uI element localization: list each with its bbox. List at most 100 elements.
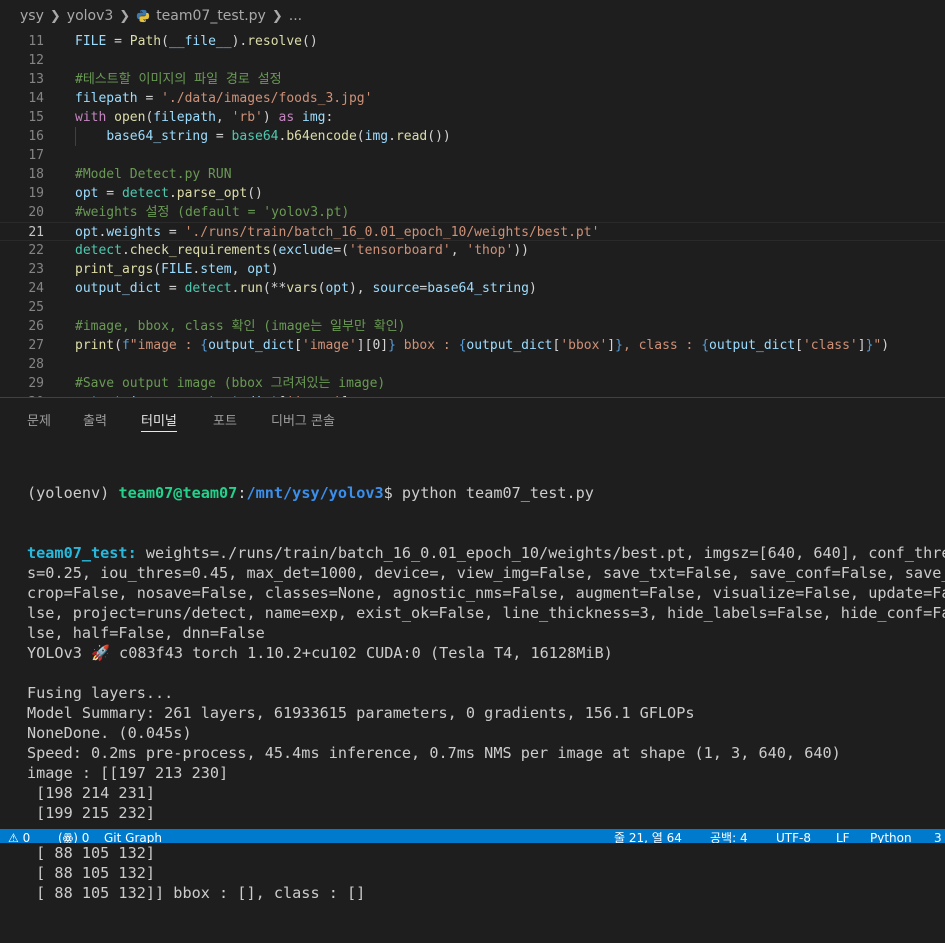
tab-output[interactable]: 출력: [83, 410, 107, 429]
code-token: (): [302, 34, 318, 49]
line-number: 16: [28, 129, 44, 144]
code-text: #image, bbox, class 확인 (image는 일부만 확인): [75, 317, 405, 336]
breadcrumb-item-yolov3[interactable]: yolov3: [67, 8, 114, 24]
code-line[interactable]: 29 #Save output image (bbox 그려져있는 image): [0, 374, 945, 393]
code-line[interactable]: 11 FILE = Path(__file__).resolve(): [0, 32, 945, 51]
code-token: ): [881, 338, 890, 353]
code-line[interactable]: 20 #weights 설정 (default = 'yolov3.pt): [0, 203, 945, 222]
tab-ports[interactable]: 포트: [213, 410, 237, 429]
terminal-line: s=0.25, iou_thres=0.45, max_det=1000, de…: [27, 563, 945, 583]
code-text: base64_string = base64.b64encode(img.rea…: [75, 127, 451, 146]
code-token: #테스트할 이미지의 파일 경로 설정: [75, 72, 282, 87]
indentation[interactable]: 공백: 4: [710, 831, 748, 843]
chevron-right-icon: ❯: [49, 8, 61, 24]
code-token: =: [208, 129, 232, 144]
code-line[interactable]: 16 base64_string = base64.b64encode(img.…: [0, 127, 945, 146]
code-token: (: [153, 262, 162, 277]
code-text: FILE = Path(__file__).resolve(): [75, 32, 318, 51]
terminal-text: s=0.25, iou_thres=0.45, max_det=1000, de…: [27, 564, 945, 582]
code-token: parse_opt: [176, 186, 248, 201]
code-token: .: [388, 129, 396, 144]
code-token: vars: [286, 281, 318, 296]
line-number: 19: [28, 186, 44, 201]
cursor-position[interactable]: 줄 21, 열 64: [614, 831, 682, 843]
code-text: opt.weights = './runs/train/batch_16_0.0…: [75, 223, 599, 242]
code-line[interactable]: 22 detect.check_requirements(exclude=('te…: [0, 241, 945, 260]
code-token: ,: [231, 262, 248, 277]
code-line[interactable]: 15 with open(filepath, 'rb') as img:: [0, 108, 945, 127]
breadcrumb-item-ysy[interactable]: ysy: [20, 8, 44, 24]
breadcrumb-item-ellipsis[interactable]: ...: [289, 8, 302, 24]
terminal-line: [ 88 105 132]: [27, 863, 942, 883]
code-text: opt = detect.parse_opt(): [75, 184, 263, 203]
code-token: {: [701, 338, 710, 353]
terminal[interactable]: (yoloenv) team07@team07:/mnt/ysy/yolov3$…: [27, 443, 945, 943]
code-line[interactable]: 24 output_dict = detect.run(**vars(opt), …: [0, 279, 945, 298]
terminal-prompt-line: (yoloenv) team07@team07:/mnt/ysy/yolov3$…: [27, 483, 942, 503]
code-line[interactable]: 26 #image, bbox, class 확인 (image는 일부만 확인): [0, 317, 945, 336]
code-line[interactable]: 21 opt.weights = './runs/train/batch_16_0…: [0, 222, 945, 241]
code-editor[interactable]: 11 FILE = Path(__file__).resolve() 12 13 #테스…: [0, 32, 945, 397]
terminal-line: image : [[197 213 230]: [27, 763, 942, 783]
terminal-text: crop=False, nosave=False, classes=None, …: [27, 584, 945, 602]
code-line[interactable]: 23 print_args(FILE.stem, opt): [0, 260, 945, 279]
code-line[interactable]: 13 #테스트할 이미지의 파일 경로 설정: [0, 70, 945, 89]
code-token: detect: [75, 243, 122, 258]
terminal-text: lse, half=False, dnn=False: [27, 624, 265, 642]
terminal-line: lse, half=False, dnn=False: [27, 623, 942, 643]
terminal-text: [198 214 231]: [27, 784, 156, 802]
code-token: f: [121, 338, 130, 353]
line-number: 17: [28, 148, 44, 163]
line-number: 26: [28, 319, 44, 334]
code-token: opt: [75, 225, 99, 240]
code-line[interactable]: 18 #Model Detect.py RUN: [0, 165, 945, 184]
line-number: 27: [28, 338, 44, 353]
code-line[interactable]: 25: [0, 298, 945, 317]
terminal-line: Fusing layers...: [27, 683, 942, 703]
line-ending[interactable]: LF: [836, 831, 850, 843]
code-text: with open(filepath, 'rb') as img:: [75, 108, 333, 127]
code-token: , class :: [622, 338, 702, 353]
code-token: ()): [427, 129, 451, 144]
code-token: __file__: [168, 34, 232, 49]
code-token: ).: [231, 34, 248, 49]
code-token: (): [247, 186, 263, 201]
tab-problems[interactable]: 문제: [27, 410, 51, 429]
code-text: detect.check_requirements(exclude=('tens…: [75, 241, 529, 260]
code-token: #image, bbox, class 확인 (image는 일부만 확인): [75, 319, 406, 334]
code-token: detect: [184, 281, 232, 296]
code-text: print_args(FILE.stem, opt): [75, 260, 279, 279]
code-line[interactable]: 27 print(f"image : {output_dict['image'][…: [0, 336, 945, 355]
python-version[interactable]: 3: [934, 831, 942, 843]
code-token: as: [278, 110, 303, 125]
terminal-text: team07_test:: [27, 544, 146, 562]
code-token: weights: [106, 225, 162, 240]
line-number: 14: [28, 91, 44, 106]
code-line[interactable]: 28: [0, 355, 945, 374]
code-token: run: [239, 281, 263, 296]
terminal-line: team07_test: weights=./runs/train/batch_…: [27, 543, 945, 563]
code-token: opt: [75, 186, 99, 201]
code-token: =: [106, 34, 130, 49]
code-line[interactable]: 14 filepath = './data/images/foods_3.jpg': [0, 89, 945, 108]
code-line[interactable]: 17: [0, 146, 945, 165]
code-token: :: [325, 110, 334, 125]
ports-count[interactable]: (ꙮ) 0: [58, 831, 89, 843]
breadcrumb-item-file[interactable]: team07_test.py: [156, 8, 266, 24]
code-token: =: [98, 186, 122, 201]
code-token: source: [372, 281, 420, 296]
language-mode[interactable]: Python: [870, 831, 912, 843]
code-token: FILE: [75, 34, 107, 49]
terminal-command: $ python team07_test.py: [383, 484, 594, 502]
code-token: exclude: [278, 243, 334, 258]
code-line[interactable]: 12: [0, 51, 945, 70]
breadcrumb: ysy ❯ yolov3 ❯ team07_test.py ❯ ...: [0, 0, 945, 32]
problems-count[interactable]: ⚠ 0: [8, 831, 30, 843]
code-text: #Model Detect.py RUN: [75, 165, 232, 184]
code-token: ),: [348, 281, 373, 296]
git-graph-button[interactable]: Git Graph: [104, 831, 162, 843]
tab-terminal[interactable]: 터미널: [141, 410, 177, 432]
encoding[interactable]: UTF-8: [776, 831, 811, 843]
tab-debug-console[interactable]: 디버그 콘솔: [271, 410, 335, 429]
code-line[interactable]: 19 opt = detect.parse_opt(): [0, 184, 945, 203]
